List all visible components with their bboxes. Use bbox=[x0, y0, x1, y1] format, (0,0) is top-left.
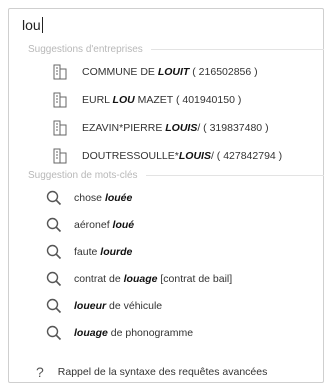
company-suggestion-label: COMMUNE DE LOUIT ( 216502856 ) bbox=[82, 66, 258, 78]
search-icon bbox=[44, 242, 64, 262]
building-icon bbox=[50, 146, 70, 166]
advanced-syntax-help-link[interactable]: ? Rappel de la syntaxe des requêtes avan… bbox=[8, 360, 324, 384]
company-suggestions-header: Suggestions d'entreprises bbox=[28, 42, 324, 56]
company-suggestion-item[interactable]: DOUTRESSOULLE*LOUIS/ ( 427842794 ) bbox=[8, 142, 324, 170]
keyword-suggestion-item[interactable]: loueur de véhicule bbox=[8, 292, 324, 320]
search-icon bbox=[44, 215, 64, 235]
company-suggestions-header-label: Suggestions d'entreprises bbox=[28, 43, 143, 55]
question-mark-icon: ? bbox=[36, 364, 44, 380]
company-suggestion-label: DOUTRESSOULLE*LOUIS/ ( 427842794 ) bbox=[82, 150, 283, 162]
search-icon bbox=[44, 188, 64, 208]
search-icon bbox=[44, 323, 64, 343]
keyword-suggestion-item[interactable]: louage de phonogramme bbox=[8, 319, 324, 347]
building-icon bbox=[50, 90, 70, 110]
keyword-suggestion-label: loueur de véhicule bbox=[74, 300, 163, 312]
keyword-suggestion-label: faute lourde bbox=[74, 246, 133, 258]
company-suggestion-item[interactable]: COMMUNE DE LOUIT ( 216502856 ) bbox=[8, 58, 324, 86]
keyword-suggestion-label: louage de phonogramme bbox=[74, 327, 194, 339]
keyword-suggestion-item[interactable]: chose louée bbox=[8, 184, 324, 212]
search-icon bbox=[44, 269, 64, 289]
keyword-suggestion-item[interactable]: contrat de louage [contrat de bail] bbox=[8, 265, 324, 293]
keyword-suggestion-item[interactable]: aéronef loué bbox=[8, 211, 324, 239]
company-suggestion-item[interactable]: EURL LOU MAZET ( 401940150 ) bbox=[8, 86, 324, 114]
search-input-value: lou bbox=[22, 17, 41, 33]
building-icon bbox=[50, 62, 70, 82]
keyword-suggestion-label: contrat de louage [contrat de bail] bbox=[74, 273, 233, 285]
search-input[interactable]: lou bbox=[8, 8, 324, 42]
keyword-suggestions-header-label: Suggestion de mots-clés bbox=[28, 169, 138, 181]
search-icon bbox=[44, 296, 64, 316]
company-suggestion-label: EURL LOU MAZET ( 401940150 ) bbox=[82, 94, 242, 106]
keyword-suggestion-item[interactable]: faute lourde bbox=[8, 238, 324, 266]
text-caret bbox=[41, 17, 43, 33]
keyword-suggestion-label: chose louée bbox=[74, 192, 133, 204]
divider bbox=[145, 174, 324, 176]
keyword-suggestions-header: Suggestion de mots-clés bbox=[28, 168, 324, 182]
company-suggestion-label: EZAVIN*PIERRE LOUIS/ ( 319837480 ) bbox=[82, 122, 269, 134]
divider bbox=[150, 48, 324, 50]
building-icon bbox=[50, 118, 70, 138]
company-suggestion-item[interactable]: EZAVIN*PIERRE LOUIS/ ( 319837480 ) bbox=[8, 114, 324, 142]
keyword-suggestion-label: aéronef loué bbox=[74, 219, 135, 231]
advanced-syntax-help-label: Rappel de la syntaxe des requêtes avancé… bbox=[57, 366, 268, 378]
